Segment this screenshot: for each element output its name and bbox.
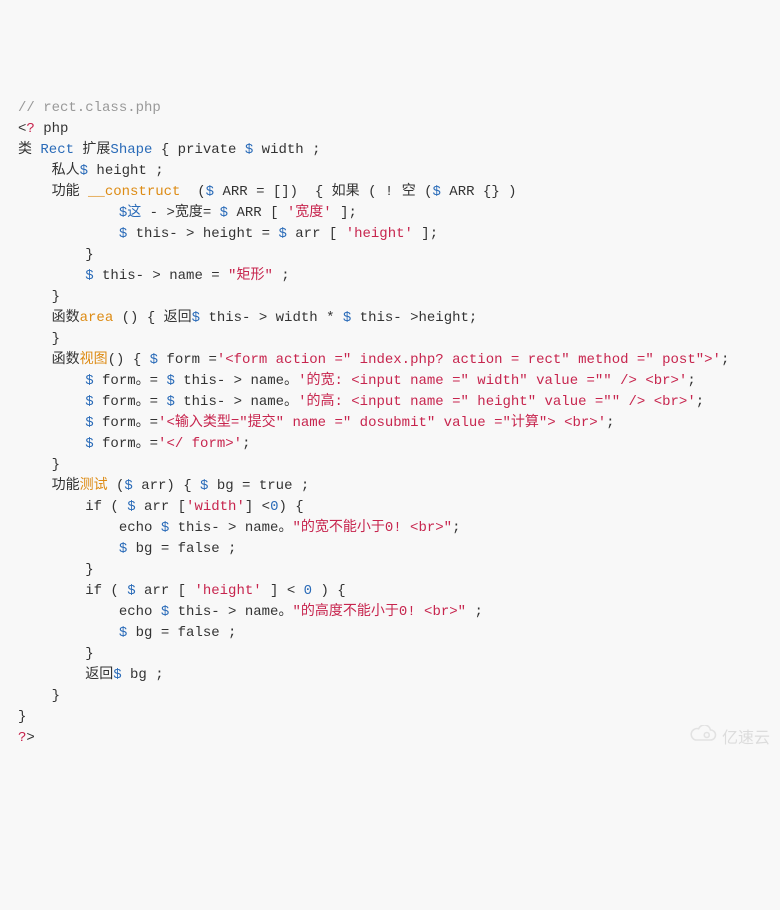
if-height: if ( $ arr [ 'height' ] < 0 ) { [18, 581, 762, 602]
class-decl: 类 Rect 扩展Shape { private $ width ; [18, 140, 762, 161]
echo-height-err: echo $ this- > name。"的高度不能小于0! <br>" ; [18, 602, 762, 623]
bg-false: $ bg = false ; [18, 539, 762, 560]
brace-close: } [18, 707, 762, 728]
form-close-line: $ form。='</ form>'; [18, 434, 762, 455]
php-open-tag: <? php [18, 121, 68, 137]
assign-name: $ this- > name = "矩形" ; [18, 266, 762, 287]
brace-close: } [18, 560, 762, 581]
assign-width: $这 - >宽度= $ ARR [ '宽度' ]; [18, 203, 762, 224]
bg-false: $ bg = false ; [18, 623, 762, 644]
echo-width-err: echo $ this- > name。"的宽不能小于0! <br>"; [18, 518, 762, 539]
form-height-line: $ form。= $ this- > name。'的高: <input name… [18, 392, 762, 413]
brace-close: } [18, 686, 762, 707]
brace-close: } [18, 329, 762, 350]
comment-line: // rect.class.php [18, 100, 161, 116]
form-width-line: $ form。= $ this- > name。'的宽: <input name… [18, 371, 762, 392]
if-width: if ( $ arr ['width'] <0) { [18, 497, 762, 518]
assign-height: $ this- > height = $ arr [ 'height' ]; [18, 224, 762, 245]
brace-close: } [18, 455, 762, 476]
code-block: // rect.class.php <? php 类 Rect 扩展Shape { … [18, 98, 762, 749]
func-view: 函数视图() { $ form ='<form action =" index.… [18, 350, 762, 371]
func-test: 功能测试 ($ arr) { $ bg = true ; [18, 476, 762, 497]
brace-close: } [18, 245, 762, 266]
php-close-tag: ?> [18, 728, 762, 749]
brace-close: } [18, 644, 762, 665]
brace-close: } [18, 287, 762, 308]
form-submit-line: $ form。='<输入类型="提交" name =" dosubmit" va… [18, 413, 762, 434]
prop-height: 私人$ height ; [18, 161, 762, 182]
func-area: 函数area () { 返回$ this- > width * $ this- … [18, 308, 762, 329]
construct-line: 功能 __construct ($ ARR = []) { 如果 ( ! 空 (… [18, 182, 762, 203]
return-bg: 返回$ bg ; [18, 665, 762, 686]
